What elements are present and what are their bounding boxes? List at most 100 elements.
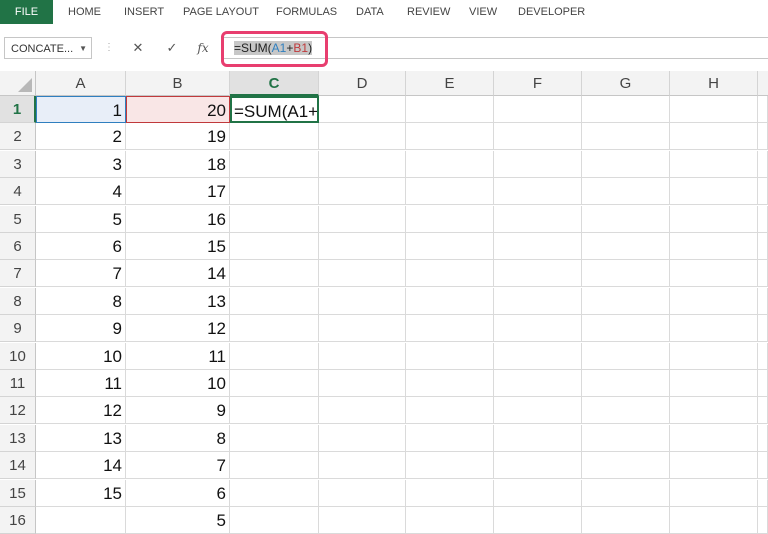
cell-i6[interactable]: [758, 233, 768, 260]
cell-e15[interactable]: [406, 480, 494, 507]
name-box[interactable]: CONCATE... ▼: [4, 37, 92, 59]
cell-a4[interactable]: 4: [36, 178, 126, 205]
column-header-c[interactable]: C: [230, 71, 319, 96]
tab-data[interactable]: DATA: [356, 0, 384, 24]
cell-d8[interactable]: [319, 288, 406, 315]
cell-g11[interactable]: [582, 370, 670, 397]
cell-b5[interactable]: 16: [126, 206, 230, 233]
cell-d6[interactable]: [319, 233, 406, 260]
cell-h3[interactable]: [670, 151, 758, 178]
cell-g13[interactable]: [582, 425, 670, 452]
cell-i2[interactable]: [758, 123, 768, 150]
cell-i4[interactable]: [758, 178, 768, 205]
cell-h8[interactable]: [670, 288, 758, 315]
cell-a6[interactable]: 6: [36, 233, 126, 260]
cell-f12[interactable]: [494, 397, 582, 424]
row-header-5[interactable]: 5: [0, 206, 36, 233]
cell-i3[interactable]: [758, 151, 768, 178]
cell-d16[interactable]: [319, 507, 406, 534]
cell-i11[interactable]: [758, 370, 768, 397]
cell-a14[interactable]: 14: [36, 452, 126, 479]
cell-c10[interactable]: [230, 343, 319, 370]
cell-g8[interactable]: [582, 288, 670, 315]
cell-c2[interactable]: [230, 123, 319, 150]
row-header-10[interactable]: 10: [0, 343, 36, 370]
cell-a9[interactable]: 9: [36, 315, 126, 342]
cell-a1[interactable]: 1: [36, 96, 126, 123]
cell-f9[interactable]: [494, 315, 582, 342]
cell-g9[interactable]: [582, 315, 670, 342]
row-header-15[interactable]: 15: [0, 480, 36, 507]
cell-g4[interactable]: [582, 178, 670, 205]
cell-a10[interactable]: 10: [36, 343, 126, 370]
cell-b7[interactable]: 14: [126, 260, 230, 287]
cell-h15[interactable]: [670, 480, 758, 507]
cell-b12[interactable]: 9: [126, 397, 230, 424]
cell-e7[interactable]: [406, 260, 494, 287]
tab-home[interactable]: HOME: [68, 0, 101, 24]
cell-f3[interactable]: [494, 151, 582, 178]
cell-e4[interactable]: [406, 178, 494, 205]
cell-i16[interactable]: [758, 507, 768, 534]
cell-b9[interactable]: 12: [126, 315, 230, 342]
cell-h14[interactable]: [670, 452, 758, 479]
cell-i10[interactable]: [758, 343, 768, 370]
chevron-down-icon[interactable]: ▼: [79, 38, 87, 60]
column-header-b[interactable]: B: [126, 71, 230, 96]
cell-a16[interactable]: [36, 507, 126, 534]
cell-a12[interactable]: 12: [36, 397, 126, 424]
cancel-button[interactable]: ✕: [128, 37, 148, 59]
cell-f6[interactable]: [494, 233, 582, 260]
cell-g16[interactable]: [582, 507, 670, 534]
cell-c6[interactable]: [230, 233, 319, 260]
cell-a8[interactable]: 8: [36, 288, 126, 315]
cell-g10[interactable]: [582, 343, 670, 370]
cell-i1[interactable]: [758, 96, 768, 123]
cell-h9[interactable]: [670, 315, 758, 342]
cell-e6[interactable]: [406, 233, 494, 260]
cell-h6[interactable]: [670, 233, 758, 260]
tab-page-layout[interactable]: PAGE LAYOUT: [183, 0, 259, 24]
tab-view[interactable]: VIEW: [469, 0, 497, 24]
column-header-e[interactable]: E: [406, 71, 494, 96]
cell-d3[interactable]: [319, 151, 406, 178]
cell-h11[interactable]: [670, 370, 758, 397]
cell-g5[interactable]: [582, 206, 670, 233]
cell-b14[interactable]: 7: [126, 452, 230, 479]
cell-e3[interactable]: [406, 151, 494, 178]
row-header-14[interactable]: 14: [0, 452, 36, 479]
cell-h13[interactable]: [670, 425, 758, 452]
enter-button[interactable]: ✓: [162, 37, 182, 59]
cell-a3[interactable]: 3: [36, 151, 126, 178]
cell-i5[interactable]: [758, 206, 768, 233]
cell-f2[interactable]: [494, 123, 582, 150]
cell-a7[interactable]: 7: [36, 260, 126, 287]
column-header-a[interactable]: A: [36, 71, 126, 96]
cell-a15[interactable]: 15: [36, 480, 126, 507]
column-header-h[interactable]: H: [670, 71, 758, 96]
cell-c3[interactable]: [230, 151, 319, 178]
cell-c14[interactable]: [230, 452, 319, 479]
row-header-11[interactable]: 11: [0, 370, 36, 397]
cell-h10[interactable]: [670, 343, 758, 370]
column-header-i[interactable]: [758, 71, 768, 96]
row-header-8[interactable]: 8: [0, 288, 36, 315]
cell-e2[interactable]: [406, 123, 494, 150]
cell-b2[interactable]: 19: [126, 123, 230, 150]
cell-d14[interactable]: [319, 452, 406, 479]
cell-h1[interactable]: [670, 96, 758, 123]
cell-a13[interactable]: 13: [36, 425, 126, 452]
cell-g12[interactable]: [582, 397, 670, 424]
cell-f16[interactable]: [494, 507, 582, 534]
cell-c4[interactable]: [230, 178, 319, 205]
cell-d15[interactable]: [319, 480, 406, 507]
cell-e5[interactable]: [406, 206, 494, 233]
row-header-9[interactable]: 9: [0, 315, 36, 342]
cell-i7[interactable]: [758, 260, 768, 287]
cell-c12[interactable]: [230, 397, 319, 424]
row-header-16[interactable]: 16: [0, 507, 36, 534]
row-header-13[interactable]: 13: [0, 425, 36, 452]
cell-f15[interactable]: [494, 480, 582, 507]
cell-i13[interactable]: [758, 425, 768, 452]
cell-f10[interactable]: [494, 343, 582, 370]
